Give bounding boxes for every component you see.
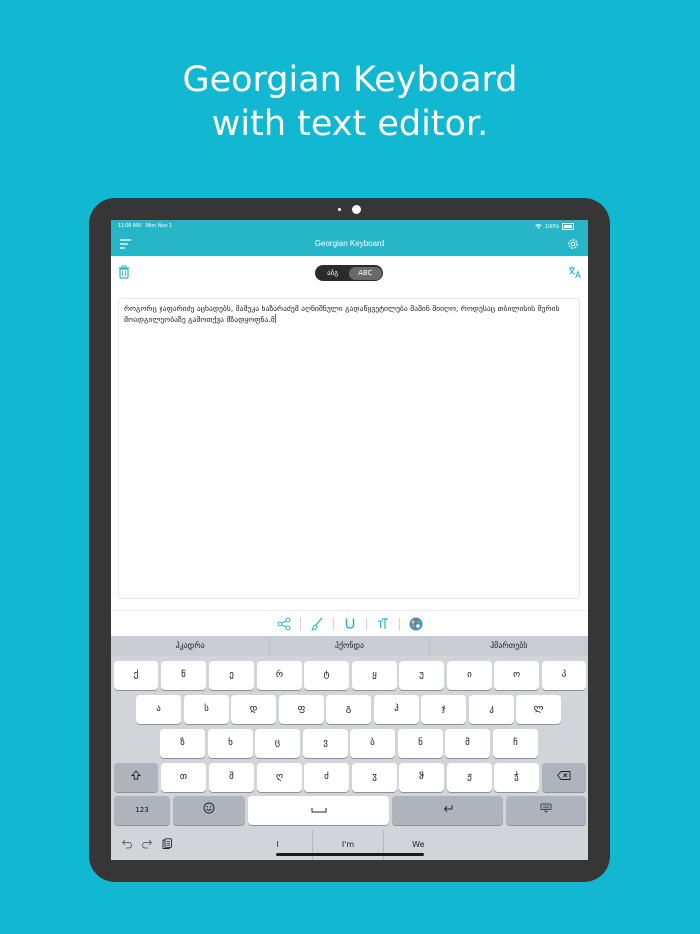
suggestion-item[interactable]: ჰმართებს: [430, 636, 588, 656]
return-key[interactable]: [392, 796, 503, 825]
suggestion-bar: ჰკადრა ჰქონდა ჰმართებს: [111, 636, 588, 656]
backspace-icon: [557, 771, 571, 780]
space-icon: [311, 808, 326, 813]
key[interactable]: დ: [231, 695, 276, 724]
headline-line-2: with text editor.: [211, 104, 489, 144]
key[interactable]: ი: [447, 661, 492, 690]
text-editor[interactable]: როგორც ჯაფარიძე აცხადებს, მამუკა ხაზარაძ…: [118, 298, 580, 599]
format-separator: [365, 617, 367, 630]
key[interactable]: ვ: [303, 729, 348, 758]
shortcut-icons: [121, 838, 173, 850]
status-date: Mon Nov 1: [145, 223, 173, 229]
numbers-key[interactable]: 123: [114, 796, 170, 825]
language-segmented-control: აბგ ABC: [315, 265, 383, 281]
segment-georgian[interactable]: აბგ: [317, 267, 350, 280]
key[interactable]: ბ: [350, 729, 395, 758]
app-screen: 11:08 AM Mon Nov 1 100% Georgian Keyboar…: [111, 220, 588, 860]
key[interactable]: პ: [542, 661, 586, 690]
key[interactable]: ჭ: [494, 763, 539, 792]
key[interactable]: ო: [494, 661, 539, 690]
shift-icon: [130, 770, 142, 780]
text-caret: [274, 314, 276, 323]
keyboard-dismiss-icon: [540, 803, 552, 813]
nav-title: Georgian Keyboard: [314, 239, 385, 248]
key[interactable]: ქ: [114, 661, 158, 690]
key[interactable]: ჳ: [352, 763, 397, 792]
key[interactable]: ძ: [304, 763, 349, 792]
key[interactable]: თ: [161, 763, 206, 792]
key[interactable]: რ: [257, 661, 302, 690]
key[interactable]: ე: [209, 661, 254, 690]
key[interactable]: ჵ: [399, 763, 444, 792]
key[interactable]: ზ: [160, 729, 205, 758]
font-size-icon[interactable]: [375, 616, 391, 632]
gear-icon[interactable]: [566, 237, 580, 251]
key[interactable]: ჟ: [447, 763, 492, 792]
home-indicator[interactable]: [276, 853, 424, 856]
key[interactable]: ყ: [352, 661, 397, 690]
status-indicators: 100%: [535, 223, 574, 230]
suggestion-item[interactable]: ჰქონდა: [270, 636, 430, 656]
headline-line-1: Georgian Keyboard: [182, 60, 518, 100]
ipad-frame: 11:08 AM Mon Nov 1 100% Georgian Keyboar…: [89, 198, 610, 882]
key[interactable]: გ: [326, 695, 371, 724]
key[interactable]: ჯ: [421, 695, 466, 724]
redo-icon[interactable]: [141, 838, 153, 850]
status-time: 11:08 AM: [118, 223, 141, 229]
headline: Georgian Keyboard with text editor.: [0, 58, 700, 146]
share-icon[interactable]: [276, 616, 292, 632]
key[interactable]: ც: [255, 729, 300, 758]
paste-icon[interactable]: [161, 838, 173, 850]
key[interactable]: შ: [209, 763, 254, 792]
brush-icon[interactable]: [309, 616, 325, 632]
keyboard: ჰკადრა ჰქონდა ჰმართებს ქ წ ე რ ტ ყ უ ი ო…: [111, 636, 588, 860]
editor-text: როგორც ჯაფარიძე აცხადებს, მამუკა ხაზარაძ…: [124, 304, 560, 324]
return-icon: [443, 805, 452, 812]
space-key[interactable]: [248, 796, 389, 825]
battery-icon: [562, 223, 574, 230]
segment-english[interactable]: ABC: [349, 266, 382, 280]
backspace-key[interactable]: [542, 763, 586, 792]
emoji-icon: [203, 802, 215, 814]
key[interactable]: ნ: [398, 729, 443, 758]
key[interactable]: ა: [136, 695, 181, 724]
key[interactable]: წ: [161, 661, 206, 690]
status-time-date: 11:08 AM Mon Nov 1: [118, 223, 172, 229]
format-bar: [111, 610, 588, 636]
emoji-key[interactable]: [173, 796, 245, 825]
key[interactable]: ტ: [304, 661, 349, 690]
nav-bar: Georgian Keyboard: [111, 232, 588, 256]
trash-icon[interactable]: [117, 265, 131, 279]
key[interactable]: უ: [399, 661, 444, 690]
key[interactable]: ლ: [516, 695, 561, 724]
translate-icon[interactable]: [568, 265, 582, 279]
format-separator: [332, 617, 334, 630]
key[interactable]: კ: [469, 695, 514, 724]
battery-percent: 100%: [544, 223, 559, 230]
wifi-icon: [535, 224, 542, 229]
key[interactable]: ღ: [257, 763, 302, 792]
underline-icon[interactable]: [342, 616, 358, 632]
camera: [352, 205, 361, 214]
key[interactable]: მ: [445, 729, 490, 758]
format-separator: [299, 617, 301, 630]
hide-keyboard-key[interactable]: [506, 796, 586, 825]
key[interactable]: ხ: [208, 729, 253, 758]
key[interactable]: ჩ: [493, 729, 538, 758]
shift-key[interactable]: [114, 763, 158, 792]
color-palette-icon[interactable]: [408, 616, 424, 632]
status-bar: 11:08 AM Mon Nov 1 100%: [111, 220, 588, 232]
key[interactable]: ჰ: [374, 695, 419, 724]
format-separator: [398, 617, 400, 630]
editor-toolbar: აბგ ABC: [111, 256, 588, 288]
key[interactable]: ს: [184, 695, 229, 724]
key[interactable]: ფ: [279, 695, 324, 724]
undo-icon[interactable]: [121, 838, 133, 850]
suggestion-item[interactable]: ჰკადრა: [111, 636, 271, 656]
sensor-dot: [338, 208, 341, 211]
